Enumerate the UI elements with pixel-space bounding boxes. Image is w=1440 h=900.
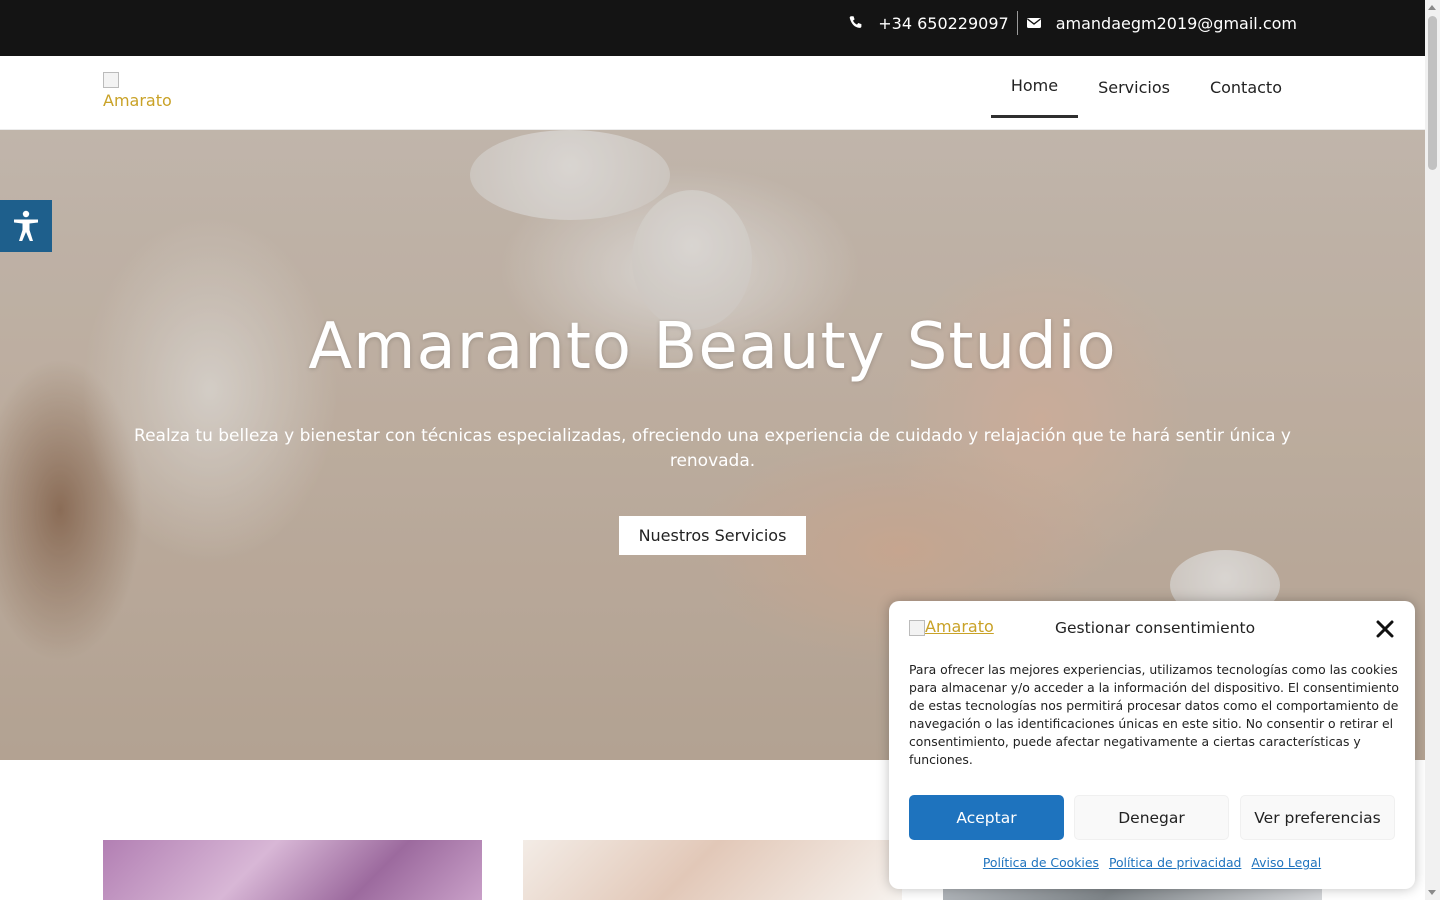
cookie-consent-dialog: Amarato Gestionar consentimiento Para of… xyxy=(889,601,1415,889)
privacy-policy-link[interactable]: Política de privacidad xyxy=(1109,855,1241,870)
accessibility-icon xyxy=(14,210,38,241)
scroll-down-arrow-icon[interactable] xyxy=(1428,890,1436,895)
email-contact[interactable]: amandaegm2019@gmail.com xyxy=(1026,14,1297,33)
phone-contact[interactable]: +34 650229097 xyxy=(848,14,1009,33)
nav-item-contacto[interactable]: Contacto xyxy=(1190,56,1302,118)
service-card-image-2[interactable] xyxy=(523,840,902,900)
page-scrollbar[interactable] xyxy=(1425,0,1440,900)
nav-item-servicios[interactable]: Servicios xyxy=(1078,56,1190,118)
legal-notice-link[interactable]: Aviso Legal xyxy=(1251,855,1321,870)
cookie-policy-link[interactable]: Política de Cookies xyxy=(983,855,1099,870)
consent-body-text: Para ofrecer las mejores experiencias, u… xyxy=(909,662,1399,767)
deny-button[interactable]: Denegar xyxy=(1074,795,1229,840)
scroll-up-arrow-icon[interactable] xyxy=(1428,5,1436,10)
consent-logo[interactable]: Amarato xyxy=(909,617,999,639)
top-contact-bar: +34 650229097 amandaegm2019@gmail.com xyxy=(0,0,1425,56)
service-card-image-1[interactable] xyxy=(103,840,482,900)
consent-title: Gestionar consentimiento xyxy=(1055,619,1256,637)
consent-links: Política de Cookies Política de privacid… xyxy=(889,855,1415,870)
close-icon[interactable] xyxy=(1375,619,1395,639)
nav-item-home[interactable]: Home xyxy=(990,56,1079,118)
main-nav: Home Servicios Contacto xyxy=(990,56,1302,130)
site-logo[interactable]: Amarato xyxy=(103,72,175,112)
phone-icon xyxy=(849,16,862,28)
services-cta-button[interactable]: Nuestros Servicios xyxy=(619,516,806,555)
accept-button[interactable]: Aceptar xyxy=(909,795,1064,840)
site-header: Amarato Home Servicios Contacto xyxy=(0,56,1425,130)
accessibility-button[interactable] xyxy=(0,200,52,252)
broken-image-icon xyxy=(103,72,119,88)
hero-subtitle: Realza tu belleza y bienestar con técnic… xyxy=(134,426,1291,471)
consent-logo-alt: Amarato xyxy=(925,617,994,636)
scrollbar-thumb[interactable] xyxy=(1428,16,1437,170)
view-preferences-button[interactable]: Ver preferencias xyxy=(1240,795,1395,840)
phone-number[interactable]: +34 650229097 xyxy=(878,14,1008,33)
envelope-icon xyxy=(1026,18,1041,28)
email-address[interactable]: amandaegm2019@gmail.com xyxy=(1056,14,1297,33)
contact-info: +34 650229097 amandaegm2019@gmail.com xyxy=(848,0,1297,46)
contact-divider xyxy=(1016,11,1018,35)
broken-image-icon xyxy=(909,619,925,636)
hero-title: Amaranto Beauty Studio xyxy=(308,310,1117,384)
logo-alt-text: Amarato xyxy=(103,91,172,110)
